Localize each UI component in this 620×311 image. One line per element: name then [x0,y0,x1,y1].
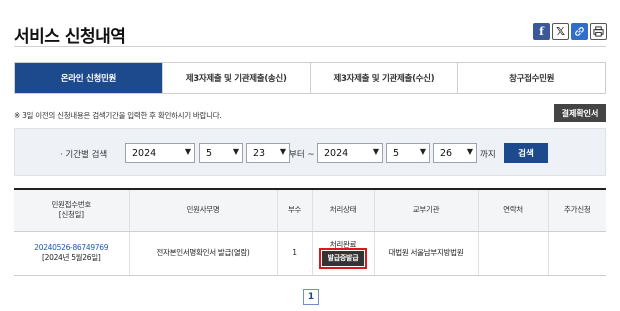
column-header-extra: 추가신청 [548,190,606,232]
column-header-copies: 부수 [277,190,313,232]
chevron-down-icon: ▼ [184,147,191,156]
extra-cell [548,231,606,276]
from-suffix: 부터 ~ [289,150,315,160]
application-date: [2024년 5월26일] [42,253,101,262]
column-header-contact: 연락처 [478,190,549,232]
agency-cell: 대법원 서울남부지방법원 [374,231,479,276]
table-header-row: 민원접수번호 [신청일] 민원사무명 부수 처리상태 교부기관 연락처 추가신청 [14,190,606,232]
receipt-header-line2: [신청일] [58,210,84,220]
contact-cell [478,231,549,276]
share-toolbar: f 𝕏 [533,23,607,40]
page-number-1[interactable]: 1 [303,289,319,305]
from-day-select[interactable]: 23 ▼ [246,143,290,163]
to-year-value: 2024 [324,147,349,159]
affair-cell: 전자본인서명확인서 발급(열람) [129,231,278,276]
link-icon[interactable] [571,23,588,40]
period-search-label: · 기간별 검색 [60,150,108,160]
page-title: 서비스 신청내역 [14,27,126,47]
table-row: 20240526-86749769 [2024년 5월26일] 전자본인서명확인… [14,231,606,276]
to-day-value: 26 [440,147,453,159]
tab-third-party-received[interactable]: 제3자제출 및 기관제출(수신) [310,63,459,93]
to-month-select[interactable]: 5 ▼ [386,143,430,163]
notice-text: ※ 3일 이전의 신청내용은 검색기간을 입력한 후 확인하시기 바랍니다. [14,111,222,120]
chevron-down-icon: ▼ [466,147,473,156]
print-icon[interactable] [590,23,607,40]
chevron-down-icon: ▼ [279,147,286,156]
chevron-down-icon: ▼ [419,147,426,156]
copies-cell: 1 [277,231,313,276]
from-month-value: 5 [206,147,213,159]
tab-bar: 온라인 신청민원 제3자제출 및 기관제출(송신) 제3자제출 및 기관제출(수… [14,62,606,94]
issue-certificate-button[interactable]: 발급증발급 [318,247,368,270]
payment-confirmation-button[interactable]: 결제확인서 [554,104,606,122]
search-button[interactable]: 검색 [504,143,548,163]
tab-counter-application[interactable]: 창구접수민원 [458,63,605,93]
tab-online-application[interactable]: 온라인 신청민원 [15,63,163,93]
column-header-affair: 민원사무명 [129,190,278,232]
receipt-number-link[interactable]: 20240526-86749769 [34,243,108,252]
to-year-select[interactable]: 2024 ▼ [317,143,383,163]
title-divider [14,46,606,47]
column-header-agency: 교부기관 [374,190,479,232]
column-header-status: 처리상태 [312,190,375,232]
from-year-value: 2024 [132,147,157,159]
from-month-select[interactable]: 5 ▼ [199,143,243,163]
to-suffix: 까지 [480,150,496,160]
facebook-icon[interactable]: f [533,23,550,40]
x-icon[interactable]: 𝕏 [552,23,569,40]
receipt-header-line1: 민원접수번호 [51,200,92,210]
application-table: 민원접수번호 [신청일] 민원사무명 부수 처리상태 교부기관 연락처 추가신청… [14,188,606,276]
tab-third-party-sent[interactable]: 제3자제출 및 기관제출(송신) [162,63,311,93]
column-header-receipt: 민원접수번호 [신청일] [14,190,130,232]
chevron-down-icon: ▼ [372,147,379,156]
status-cell: 처리완료 발급증발급 [312,231,375,276]
to-day-select[interactable]: 26 ▼ [433,143,477,163]
to-month-value: 5 [393,147,400,159]
chevron-down-icon: ▼ [232,147,239,156]
from-year-select[interactable]: 2024 ▼ [125,143,195,163]
status-text: 처리완료 [329,239,357,249]
from-day-value: 23 [253,147,266,159]
receipt-cell: 20240526-86749769 [2024년 5월26일] [14,231,130,276]
